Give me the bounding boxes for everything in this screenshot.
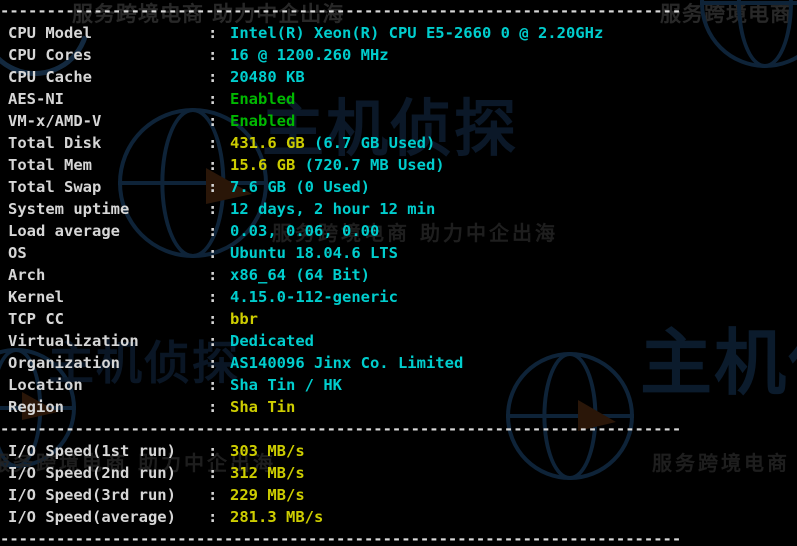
system-info-label: Load average [8,222,120,240]
system-info-row: System uptime:12 days, 2 hour 12 min [0,198,797,220]
separator-colon: : [208,376,218,394]
system-info-row: Organization: AS140096 Jinx Co. Limited [0,352,797,374]
system-info-value: Intel(R) Xeon(R) CPU E5-2660 0 @ 2.20GHz [230,24,604,42]
io-speed-row: I/O Speed(2nd run):312 MB/s [0,462,797,484]
system-info-row: CPU Cache:20480 KB [0,66,797,88]
separator-colon: : [208,266,218,284]
io-speed-value: 229 MB/s [230,486,305,504]
terminal-output: ----------------------------------------… [0,0,797,546]
system-info-value: Sha Tin [230,398,296,416]
system-info-value: 15.6 GB [230,156,296,174]
separator-colon: : [208,90,218,108]
system-info-row: Location: Sha Tin / HK [0,374,797,396]
system-info-value: 20480 KB [230,68,305,86]
separator-colon: : [208,486,218,504]
system-info-row: Kernel:4.15.0-112-generic [0,286,797,308]
separator-colon: : [208,332,218,350]
system-info-value: Enabled [230,90,296,108]
system-info-label: AES-NI [8,90,64,108]
separator-colon: : [208,156,218,174]
io-speed-label: I/O Speed(3rd run) [8,486,176,504]
io-speed-list: I/O Speed(1st run):303 MB/s I/O Speed(2nd… [0,440,797,528]
system-info-value: Dedicated [230,332,314,350]
system-info-value: 16 @ 1200.260 MHz [230,46,389,64]
system-info-value: 7.6 GB (0 Used) [230,178,370,196]
io-speed-row: I/O Speed(3rd run):229 MB/s [0,484,797,506]
io-speed-label: I/O Speed(2nd run) [8,464,176,482]
system-info-label: System uptime [8,200,130,218]
system-info-row: Arch: x86_64 (64 Bit) [0,264,797,286]
separator-colon: : [208,134,218,152]
separator-colon: : [208,354,218,372]
system-info-label: Total Swap [8,178,102,196]
terminal-window: 服务跨境电商 助力中企出海 服务跨境电商 助力中企出海 主机侦探 服务跨境电商 … [0,0,797,546]
system-info-label: Kernel [8,288,64,306]
system-info-row: VM-x/AMD-V: Enabled [0,110,797,132]
system-info-value: 4.15.0-112-generic [230,288,398,306]
system-info-row: Total Swap:7.6 GB (0 Used) [0,176,797,198]
system-info-label: Total Disk [8,134,102,152]
system-info-value: Sha Tin / HK [230,376,342,394]
io-speed-value: 281.3 MB/s [230,508,324,526]
system-info-row: Virtualization: Dedicated [0,330,797,352]
separator-colon: : [208,310,218,328]
system-info-label: VM-x/AMD-V [8,112,102,130]
separator-colon: : [208,178,218,196]
separator-colon: : [208,112,218,130]
system-info-value: 431.6 GB [230,134,305,152]
io-speed-value: 303 MB/s [230,442,305,460]
system-info-label: Total Mem [8,156,92,174]
separator-colon: : [208,24,218,42]
system-info-value: x86_64 (64 Bit) [230,266,370,284]
separator-colon: : [208,464,218,482]
separator-colon: : [208,398,218,416]
io-speed-label: I/O Speed(1st run) [8,442,176,460]
system-info-value: AS140096 Jinx Co. Limited [230,354,464,372]
system-info-row: Region: Sha Tin [0,396,797,418]
system-info-label: CPU Cache [8,68,92,86]
system-info-row: CPU Model: Intel(R) Xeon(R) CPU E5-2660 0… [0,22,797,44]
system-info-label: Arch [8,266,46,284]
system-info-value: bbr [230,310,258,328]
system-info-label: Region [8,398,64,416]
io-speed-label: I/O Speed(average) [8,508,176,526]
system-info-row: TCP CC: bbr [0,308,797,330]
io-speed-row: I/O Speed(average):281.3 MB/s [0,506,797,528]
system-info-value: Enabled [230,112,296,130]
system-info-label: CPU Model [8,24,92,42]
separator-colon: : [208,508,218,526]
io-speed-row: I/O Speed(1st run):303 MB/s [0,440,797,462]
divider-middle: ----------------------------------------… [0,420,682,438]
separator-colon: : [208,442,218,460]
system-info-value: 0.03, 0.06, 0.00 [230,222,380,240]
separator-colon: : [208,244,218,262]
system-info-value-suffix: (6.7 GB Used) [304,134,436,152]
divider-top: ----------------------------------------… [0,2,682,20]
system-info-row: Total Mem:15.6 GB (720.7 MB Used) [0,154,797,176]
system-info-row: Load average:0.03, 0.06, 0.00 [0,220,797,242]
system-info-row: AES-NI: Enabled [0,88,797,110]
system-info-label: CPU Cores [8,46,92,64]
system-info-value: 12 days, 2 hour 12 min [230,200,436,218]
system-info-row: CPU Cores:16 @ 1200.260 MHz [0,44,797,66]
system-info-list: CPU Model: Intel(R) Xeon(R) CPU E5-2660 0… [0,22,797,418]
divider-bottom: ----------------------------------------… [0,530,682,546]
separator-colon: : [208,68,218,86]
system-info-label: OS [8,244,27,262]
system-info-value: Ubuntu 18.04.6 LTS [230,244,398,262]
system-info-label: Virtualization [8,332,139,350]
system-info-row: Total Disk:431.6 GB (6.7 GB Used) [0,132,797,154]
separator-colon: : [208,222,218,240]
system-info-label: Organization [8,354,120,372]
io-speed-value: 312 MB/s [230,464,305,482]
separator-colon: : [208,46,218,64]
separator-colon: : [208,288,218,306]
system-info-label: TCP CC [8,310,64,328]
system-info-label: Location [8,376,83,394]
separator-colon: : [208,200,218,218]
system-info-row: OS: Ubuntu 18.04.6 LTS [0,242,797,264]
system-info-value-suffix: (720.7 MB Used) [295,156,445,174]
